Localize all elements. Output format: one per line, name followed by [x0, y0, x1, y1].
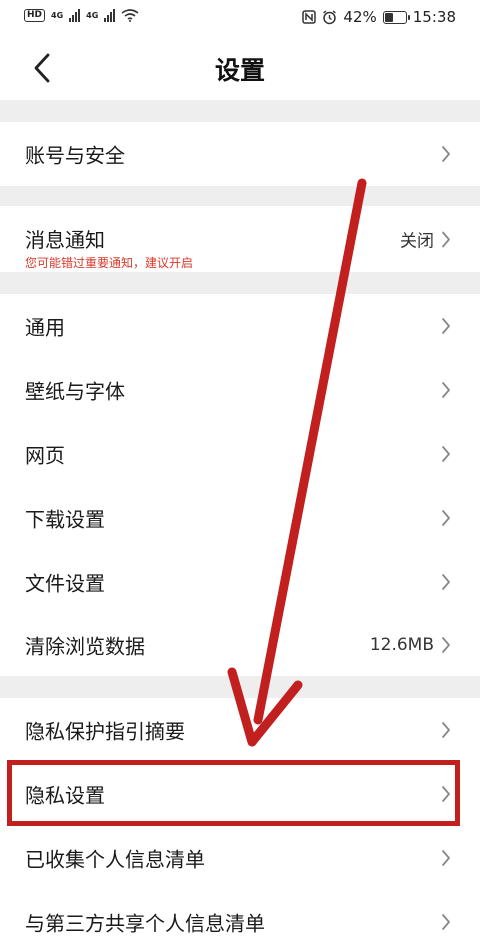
status-left: HD 4G 4G — [24, 8, 139, 22]
row-right — [440, 721, 452, 739]
nfc-icon — [302, 10, 317, 24]
annotation-highlight-box — [7, 760, 460, 826]
row-right: 关闭 — [400, 227, 452, 252]
chevron-right-icon — [442, 446, 450, 462]
chevron-right-icon — [442, 637, 450, 653]
row-label: 与第三方共享个人信息清单 — [25, 911, 265, 936]
battery-icon — [382, 10, 410, 24]
section-divider — [0, 272, 480, 294]
signal-icon — [104, 8, 116, 22]
settings-row-clear-data[interactable]: 清除浏览数据 12.6MB — [0, 614, 480, 676]
settings-row-notifications[interactable]: 消息通知 您可能错过重要通知，建议开启 关闭 — [0, 206, 480, 272]
notification-warning-text: 您可能错过重要通知，建议开启 — [25, 256, 194, 270]
alarm-icon — [323, 9, 337, 24]
settings-row-privacy-summary[interactable]: 隐私保护指引摘要 — [0, 698, 480, 762]
row-right — [440, 145, 452, 163]
row-label: 网页 — [25, 443, 65, 468]
chevron-right-icon — [442, 850, 450, 866]
chevron-right-icon — [442, 510, 450, 526]
row-right — [440, 381, 452, 399]
battery-level-fill — [384, 12, 393, 22]
settings-row-files[interactable]: 文件设置 — [0, 550, 480, 614]
settings-row-download[interactable]: 下载设置 — [0, 486, 480, 550]
row-label: 壁纸与字体 — [25, 379, 125, 404]
status-time: 15:38 — [412, 8, 456, 26]
row-label: 文件设置 — [25, 571, 105, 596]
section-divider — [0, 676, 480, 698]
row-label: 消息通知 — [25, 228, 105, 252]
section-divider — [0, 186, 480, 206]
cache-size-value: 12.6MB — [369, 635, 434, 655]
settings-row-wallpaper-font[interactable]: 壁纸与字体 — [0, 358, 480, 422]
status-bar: HD 4G 4G 42% 15:38 — [0, 0, 480, 36]
notification-status-value: 关闭 — [400, 231, 434, 252]
chevron-right-icon — [442, 722, 450, 738]
row-right: 12.6MB — [370, 635, 452, 655]
chevron-right-icon — [442, 318, 450, 334]
signal-label: 4G — [51, 10, 64, 20]
row-label: 隐私保护指引摘要 — [25, 719, 185, 744]
hd-icon: HD — [24, 8, 46, 22]
status-right: 42% 15:38 — [302, 8, 456, 26]
row-right — [440, 913, 452, 931]
chevron-right-icon — [442, 914, 450, 930]
settings-row-collected-info[interactable]: 已收集个人信息清单 — [0, 826, 480, 890]
signal-label: 4G — [86, 10, 99, 20]
row-label: 账号与安全 — [25, 143, 125, 168]
row-right — [440, 509, 452, 527]
chevron-right-icon — [442, 382, 450, 398]
row-right — [440, 849, 452, 867]
chevron-right-icon — [442, 146, 450, 162]
wifi-icon — [121, 9, 139, 22]
signal-icon — [69, 8, 81, 22]
row-label: 下载设置 — [25, 507, 105, 532]
page-title: 设置 — [214, 56, 265, 85]
settings-row-webpage[interactable]: 网页 — [0, 422, 480, 486]
section-divider — [0, 100, 480, 122]
row-right — [440, 317, 452, 335]
battery-percent: 42% — [343, 8, 377, 26]
row-label: 通用 — [25, 315, 65, 340]
row-right — [440, 573, 452, 591]
chevron-right-icon — [442, 231, 450, 247]
settings-row-third-party[interactable]: 与第三方共享个人信息清单 — [0, 890, 480, 937]
row-right — [440, 445, 452, 463]
row-label: 已收集个人信息清单 — [25, 847, 205, 872]
nav-bar: 设置 — [0, 36, 480, 100]
row-label: 清除浏览数据 — [25, 634, 145, 659]
chevron-right-icon — [442, 574, 450, 590]
settings-row-general[interactable]: 通用 — [0, 294, 480, 358]
settings-row-account[interactable]: 账号与安全 — [0, 122, 480, 186]
